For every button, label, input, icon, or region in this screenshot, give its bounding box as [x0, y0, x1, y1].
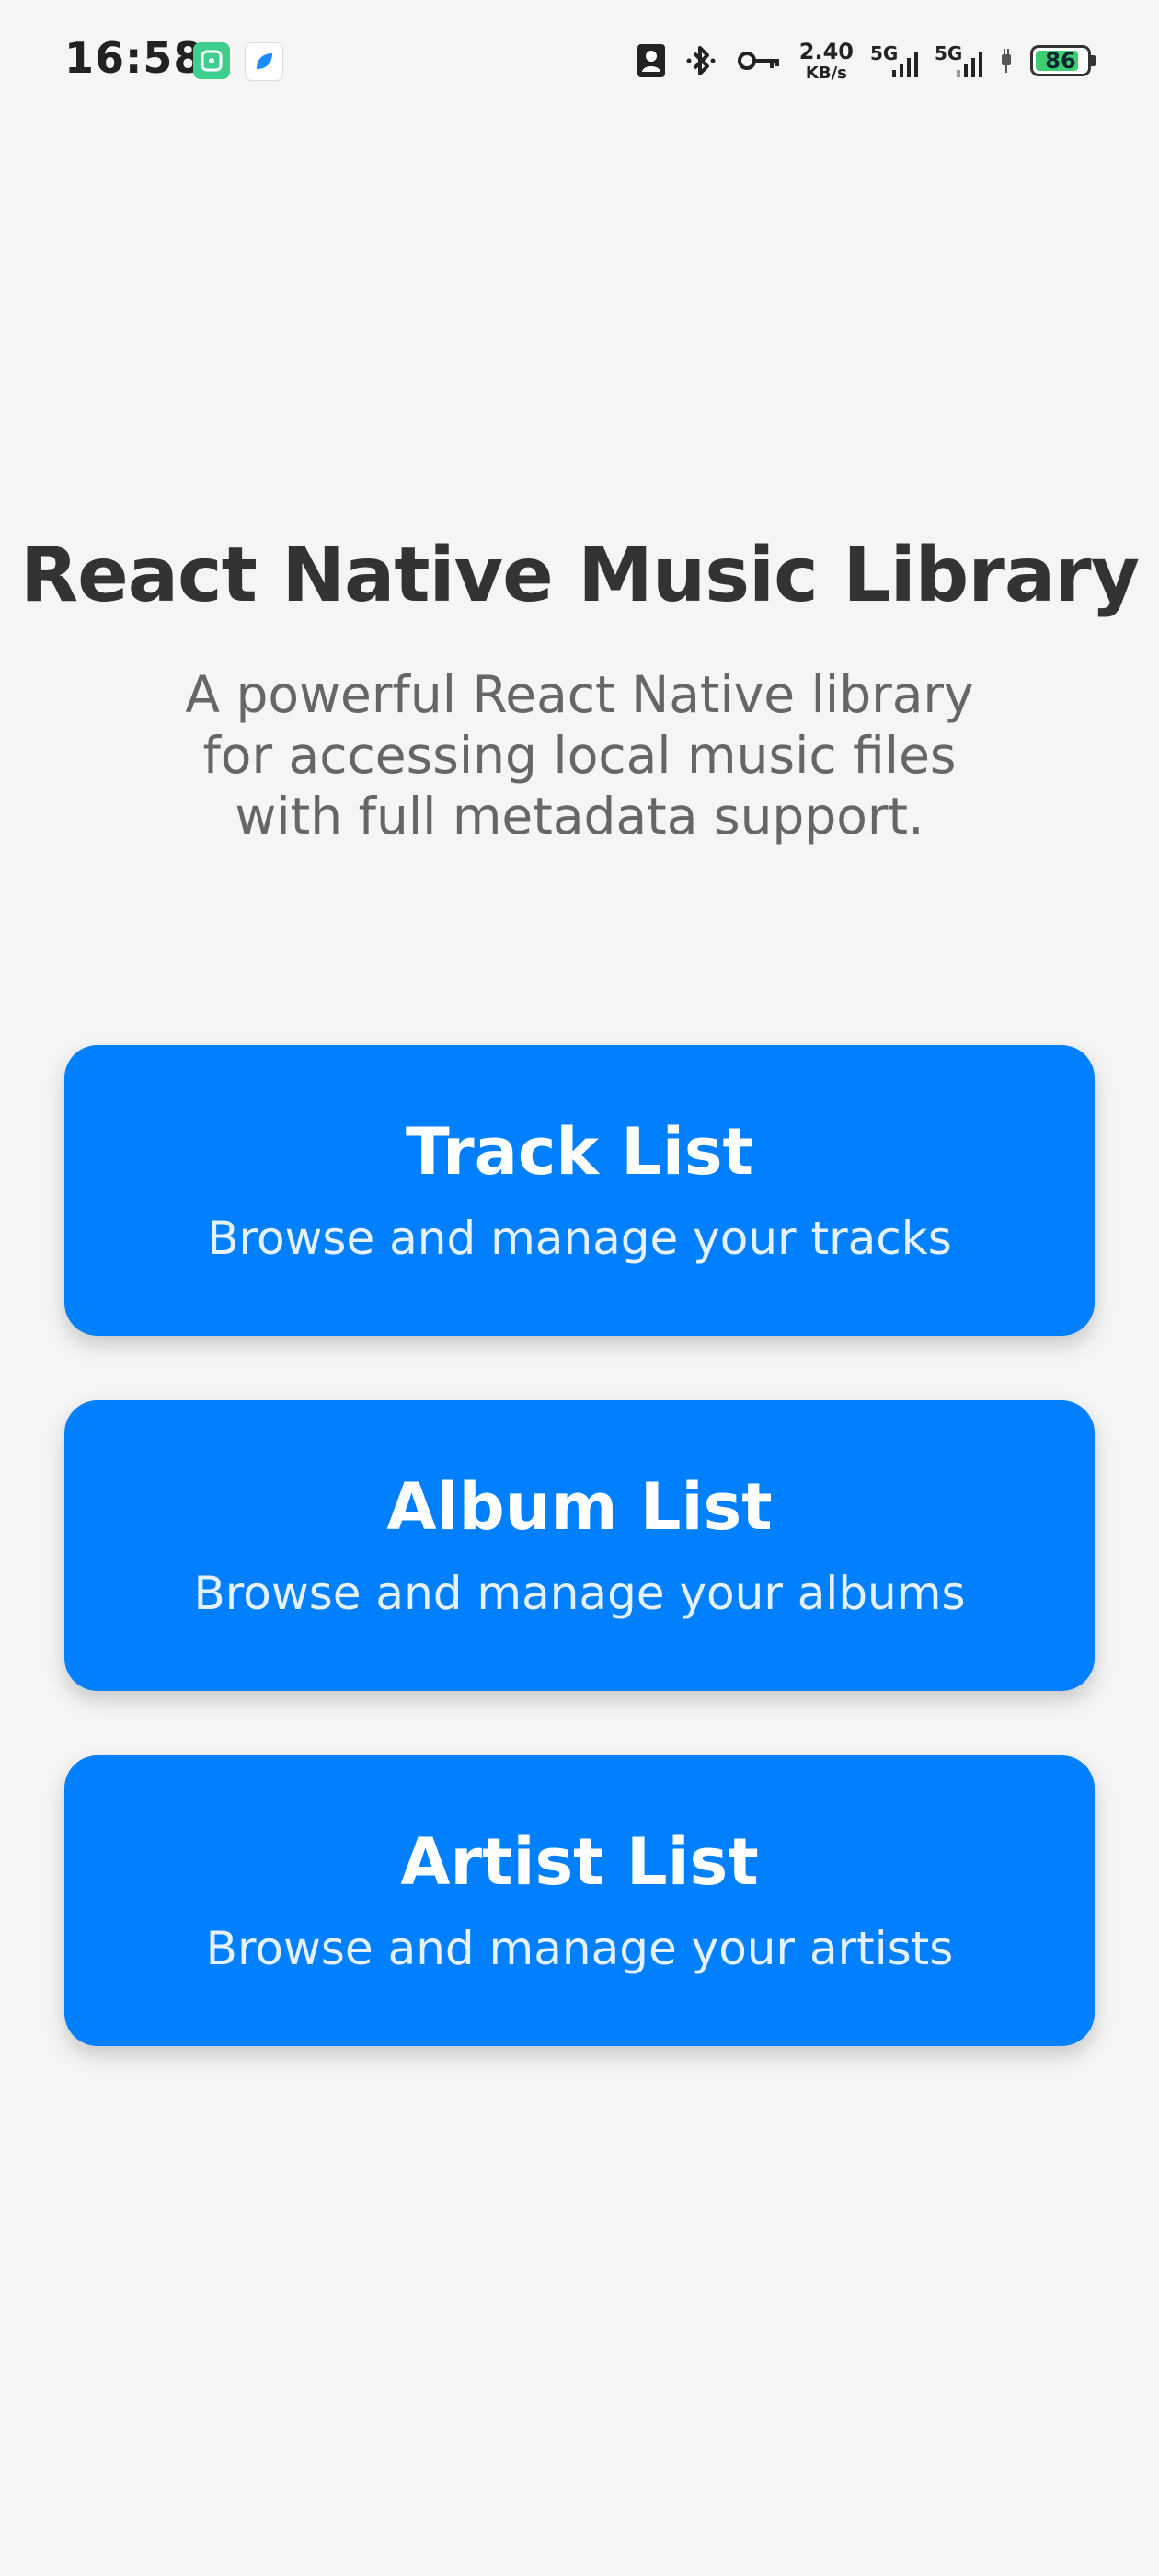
card-subtitle: Browse and manage your tracks	[207, 1212, 952, 1265]
card-subtitle: Browse and manage your albums	[193, 1567, 966, 1620]
status-bar: 16:58 2.40 KB/s 5G 5G 86	[0, 0, 1159, 124]
card-title: Track List	[406, 1114, 753, 1190]
album-list-button[interactable]: Album List Browse and manage your albums	[64, 1400, 1095, 1691]
signal-bars-icon	[892, 52, 918, 77]
battery-icon: 86	[1030, 45, 1096, 76]
track-list-button[interactable]: Track List Browse and manage your tracks	[64, 1045, 1095, 1336]
bluetooth-icon	[683, 42, 720, 79]
page-subtitle: A powerful React Native library for acce…	[185, 665, 974, 845]
card-title: Artist List	[400, 1824, 759, 1900]
signal-2: 5G	[935, 42, 982, 79]
battery-cap	[1091, 55, 1096, 66]
card-subtitle: Browse and manage your artists	[205, 1922, 954, 1975]
network-speed: 2.40 KB/s	[799, 40, 854, 82]
vpn-key-icon	[737, 47, 783, 75]
signal-1: 5G	[870, 42, 918, 79]
status-time: 16:58	[64, 33, 204, 83]
charging-icon	[999, 47, 1014, 75]
network-speed-value: 2.40	[798, 38, 854, 64]
contact-card-icon	[636, 42, 667, 79]
card-title: Album List	[386, 1469, 773, 1545]
status-icons: 2.40 KB/s 5G 5G 86	[636, 37, 1096, 85]
network-speed-unit: KB/s	[805, 63, 847, 83]
leaf-notification-icon	[245, 42, 283, 81]
signal-bars-icon	[957, 52, 982, 77]
battery-percent: 86	[1045, 48, 1076, 74]
artist-list-button[interactable]: Artist List Browse and manage your artis…	[64, 1755, 1095, 2046]
page-title: React Native Music Library	[19, 532, 1140, 619]
app-notification-icon	[193, 42, 230, 79]
